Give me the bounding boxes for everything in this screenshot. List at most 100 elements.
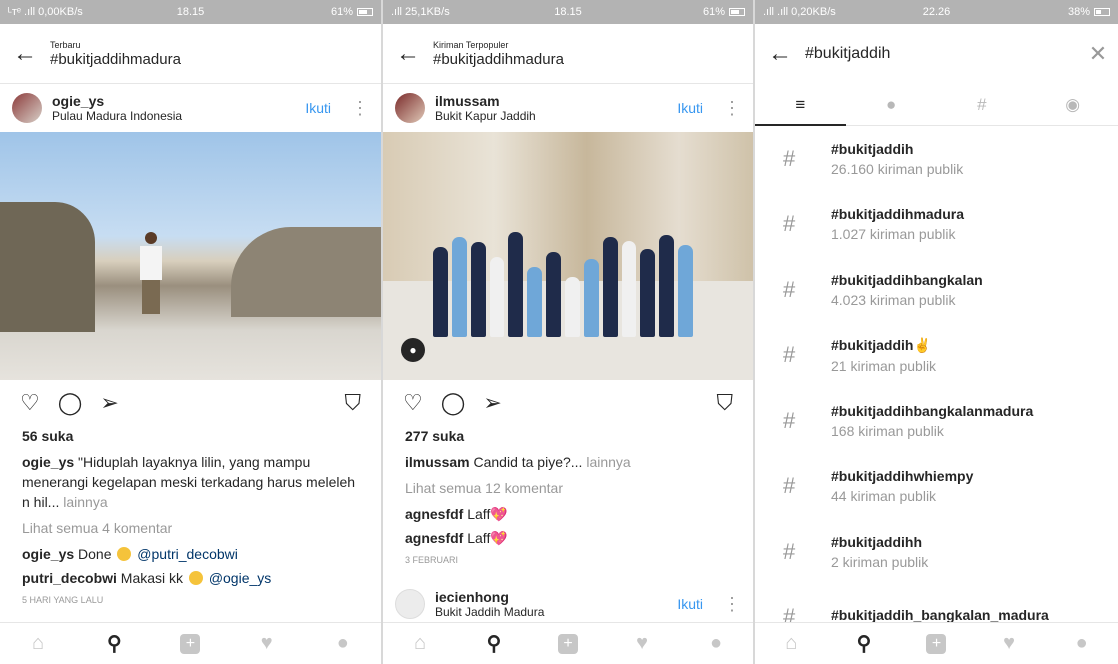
bottom-navigation: ⌂ ⚲ + ♥ ● (0, 622, 381, 664)
hashtag-name: #bukitjaddihwhiempy (831, 468, 974, 485)
search-icon[interactable]: ⚲ (474, 629, 514, 659)
comment-icon[interactable]: ◯ (441, 392, 466, 414)
activity-heart-icon[interactable]: ♥ (622, 629, 662, 659)
header-title: #bukitjaddihmadura (433, 50, 564, 68)
panel-hashtag-search: .ıll .ıll 0,20KB/s 22.26 38% ← #bukitjad… (755, 0, 1118, 664)
hashtag-post-count: 26.160 kiriman publik (831, 160, 964, 177)
hashtag-result[interactable]: # #bukitjaddihwhiempy 44 kiriman publik (755, 454, 1118, 520)
view-all-comments-link[interactable]: Lihat semua 4 komentar (22, 518, 365, 538)
comment-username[interactable]: putri_decobwi (22, 570, 117, 586)
hashtag-name: #bukitjaddih_bangkalan_madura (831, 607, 1049, 624)
hashtag-result[interactable]: # #bukitjaddih 26.160 kiriman publik (755, 126, 1118, 192)
post-caption-area: 277 suka ilmussam Candid ta piye?... lai… (405, 426, 737, 570)
hashtag-icon: # (783, 473, 796, 499)
more-options-icon[interactable]: ⋮ (351, 98, 369, 119)
home-icon[interactable]: ⌂ (18, 629, 58, 659)
status-bar: .ıll .ıll 0,20KB/s 22.26 38% (755, 0, 1118, 24)
caption-more-link[interactable]: lainnya (582, 454, 630, 470)
search-icon[interactable]: ⚲ (844, 629, 884, 659)
hashtag-post-count: 21 kiriman publik (831, 357, 937, 374)
more-options-icon[interactable]: ⋮ (723, 594, 741, 615)
share-send-icon[interactable]: ➢ (100, 392, 118, 414)
smile-emoji-icon (117, 547, 132, 561)
post-header: ilmussam Bukit Kapur Jaddih Ikuti ⋮ (383, 84, 753, 132)
activity-heart-icon[interactable]: ♥ (989, 629, 1029, 659)
hashtag-result[interactable]: # #bukitjaddihbangkalan 4.023 kiriman publ… (755, 257, 1118, 323)
hashtag-icon: # (783, 211, 796, 237)
post-location[interactable]: Bukit Jaddih Madura (435, 605, 677, 619)
activity-heart-icon[interactable]: ♥ (247, 629, 287, 659)
back-arrow-icon[interactable]: ← (0, 40, 50, 68)
caption-text: "Hiduplah layaknya lilin, yang mampu (74, 454, 311, 470)
view-all-comments-link[interactable]: Lihat semua 12 komentar (405, 478, 737, 498)
bookmark-icon[interactable]: ⛉ (344, 392, 361, 414)
tags-icon[interactable]: # (937, 84, 1028, 125)
home-icon[interactable]: ⌂ (771, 629, 811, 659)
back-arrow-icon[interactable]: ← (755, 40, 805, 68)
comment-text: Laff (463, 530, 491, 546)
add-post-icon[interactable]: + (548, 629, 588, 659)
bookmark-icon[interactable]: ⛉ (716, 392, 733, 414)
status-time: 18.15 (554, 6, 582, 18)
more-options-icon[interactable]: ⋮ (723, 98, 741, 119)
post-username[interactable]: ogie_ys (52, 93, 305, 109)
hashtag-name: #bukitjaddihh (831, 533, 922, 550)
like-heart-icon[interactable]: ♡ (403, 392, 423, 414)
avatar[interactable] (395, 93, 425, 123)
top-icon[interactable]: ≡ (755, 84, 846, 126)
header-title: #bukitjaddihmadura (50, 50, 181, 68)
battery-icon (357, 8, 373, 16)
like-heart-icon[interactable]: ♡ (20, 392, 40, 414)
comment-icon[interactable]: ◯ (58, 392, 83, 414)
post-username[interactable]: ilmussam (435, 93, 677, 109)
follow-button[interactable]: Ikuti (677, 596, 703, 612)
comment-mention[interactable]: @ogie_ys (209, 570, 271, 586)
follow-button[interactable]: Ikuti (677, 100, 703, 116)
comment-username[interactable]: agnesfdf (405, 530, 463, 546)
comment-username[interactable]: ogie_ys (22, 546, 74, 562)
comment-mention[interactable]: @putri_decobwi (137, 546, 238, 562)
avatar[interactable] (395, 589, 425, 619)
caption-username[interactable]: ilmussam (405, 454, 470, 470)
profile-icon[interactable]: ● (1062, 629, 1102, 659)
panel-top-posts: .ıll 25,1KB/s 18.15 61% ← Kiriman Terpop… (383, 0, 753, 664)
hashtag-post-count: 2 kiriman publik (831, 553, 929, 570)
follow-button[interactable]: Ikuti (305, 100, 331, 116)
hashtag-result[interactable]: # #bukitjaddih✌ 21 kiriman publik (755, 323, 1118, 389)
caption-more-link[interactable]: lainnya (59, 494, 107, 510)
search-icon[interactable]: ⚲ (94, 629, 134, 659)
status-bar: ᴸᴛᵉ .ıll 0,00KB/s 18.15 61% (0, 0, 381, 24)
people-icon[interactable]: ● (846, 84, 937, 125)
places-icon[interactable]: ◉ (1027, 84, 1118, 125)
back-arrow-icon[interactable]: ← (383, 40, 433, 68)
post-image[interactable]: ● (383, 132, 753, 380)
tagged-people-icon[interactable]: ● (401, 338, 425, 362)
hashtag-post-count: 4.023 kiriman publik (831, 291, 956, 308)
home-icon[interactable]: ⌂ (400, 629, 440, 659)
search-input[interactable]: #bukitjaddih (805, 45, 1078, 63)
share-send-icon[interactable]: ➢ (483, 392, 501, 414)
hashtag-result[interactable]: # #bukitjaddihh 2 kiriman publik (755, 519, 1118, 585)
profile-icon[interactable]: ● (696, 629, 736, 659)
post-username[interactable]: iecienhong (435, 589, 677, 605)
hashtag-icon: # (783, 538, 796, 564)
caption-username[interactable]: ogie_ys (22, 454, 74, 470)
comment-username[interactable]: agnesfdf (405, 506, 463, 522)
clear-search-icon[interactable]: ✕ (1078, 41, 1118, 67)
avatar[interactable] (12, 93, 42, 123)
post-image[interactable] (0, 132, 381, 380)
profile-icon[interactable]: ● (323, 629, 363, 659)
add-post-icon[interactable]: + (916, 629, 956, 659)
hashtag-result[interactable]: # #bukitjaddihbangkalanmadura 168 kiriman … (755, 388, 1118, 454)
header: ← Terbaru #bukitjaddihmadura (0, 24, 381, 84)
caption-text-line3: n hil... (22, 494, 60, 510)
hashtag-result[interactable]: # #bukitjaddihmadura 1.027 kiriman publik (755, 192, 1118, 258)
next-post-header: iecienhong Bukit Jaddih Madura Ikuti ⋮ (383, 584, 753, 624)
likes-count[interactable]: 277 suka (405, 426, 737, 446)
add-post-icon[interactable]: + (170, 629, 210, 659)
status-bar: .ıll 25,1KB/s 18.15 61% (383, 0, 753, 24)
likes-count[interactable]: 56 suka (22, 426, 365, 446)
battery-icon (729, 8, 745, 16)
post-location[interactable]: Bukit Kapur Jaddih (435, 109, 677, 123)
post-location[interactable]: Pulau Madura Indonesia (52, 109, 305, 123)
